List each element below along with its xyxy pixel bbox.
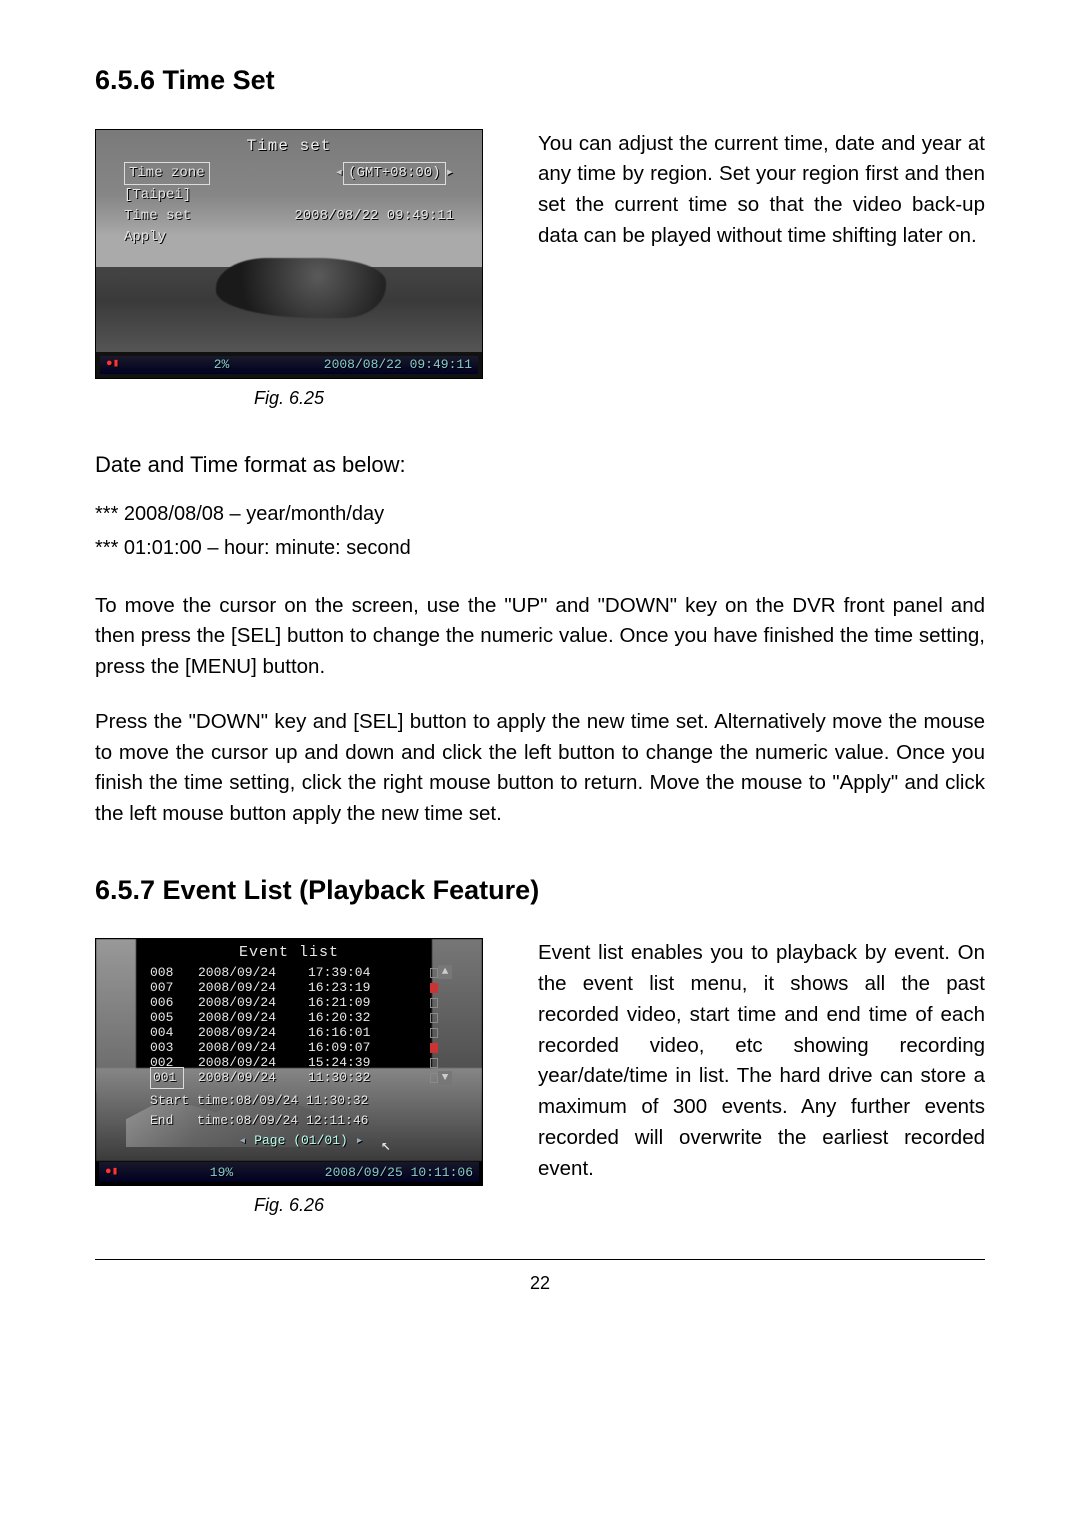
record-icon: ●▮ [106,356,119,373]
figure-626-caption: Fig. 6.26 [254,1192,324,1219]
end-value: time:08/09/24 12:11:46 [197,1113,369,1128]
page-number: 22 [95,1259,985,1297]
event-marker-icon [430,1013,438,1023]
menu-item-apply[interactable]: Apply [124,227,166,248]
format-line-time: *** 01:01:00 – hour: minute: second [95,533,985,563]
timeset-title: Time set [96,134,482,158]
timeset-menu: Time zone ◂(GMT+08:00)▸ [Taipei] Time se… [120,162,458,248]
event-id: 001 [150,1067,184,1089]
event-marker-icon [430,1058,438,1068]
format-line-date: *** 2008/08/08 – year/month/day [95,499,985,529]
record-icon: ●▮ [105,1164,118,1181]
arrow-right-icon[interactable]: ▸ [446,165,454,181]
event-marker-icon [430,983,438,993]
start-value: time:08/09/24 11:30:32 [197,1093,369,1108]
scroll-down-icon[interactable]: ▼ [438,1071,452,1085]
scroll-up-icon[interactable]: ▲ [438,965,452,979]
event-date: 2008/09/24 [198,1068,294,1088]
page-indicator: Page (01/01) [254,1133,348,1148]
page-next-icon[interactable]: ▸ [356,1133,364,1148]
para-657-intro: Event list enables you to playback by ev… [538,938,985,1184]
para-656-2: To move the cursor on the screen, use th… [95,591,985,683]
status-percent: 2% [119,355,324,375]
bg-rock [216,258,386,318]
menu-item-timezone[interactable]: Time zone [124,162,210,185]
status-percent-626: 19% [118,1163,325,1183]
event-row[interactable]: 0012008/09/2411:30:32 [150,1070,438,1085]
end-label: End [150,1113,173,1128]
para-656-3: Press the "DOWN" key and [SEL] button to… [95,707,985,830]
event-marker-icon [430,1043,438,1053]
figure-626-screen: Event list 0082008/09/2417:39:040072008/… [95,938,483,1186]
section-heading-656: 6.5.6 Time Set [95,60,985,101]
status-time: 2008/08/22 09:49:11 [324,355,472,375]
event-marker-icon [430,1073,438,1083]
scrollbar[interactable]: ▲ ▼ [438,965,452,1085]
event-time: 11:30:32 [308,1068,416,1088]
para-656-intro: You can adjust the current time, date an… [538,129,985,252]
arrow-left-icon[interactable]: ◂ [335,165,343,181]
start-label: Start [150,1093,189,1108]
timeset-value[interactable]: 2008/08/22 09:49:11 [294,206,454,227]
menu-item-city: [Taipei] [124,185,191,206]
timezone-value[interactable]: (GMT+08:00) [343,162,445,185]
eventlist-title: Event list [96,942,482,965]
figure-625-caption: Fig. 6.25 [254,385,324,412]
event-marker-icon [430,1028,438,1038]
event-marker-icon [430,998,438,1008]
status-bar-626: ●▮ 19% 2008/09/25 10:11:06 [99,1162,479,1182]
subhead-date-format: Date and Time format as below: [95,448,985,481]
event-list: 0082008/09/2417:39:040072008/09/2416:23:… [150,965,438,1085]
menu-item-timeset[interactable]: Time set [124,206,191,227]
figure-625-screen: Time set Time zone ◂(GMT+08:00)▸ [Taipei… [95,129,483,379]
event-marker-icon [430,968,438,978]
page-prev-icon[interactable]: ◂ [239,1133,247,1148]
status-time-626: 2008/09/25 10:11:06 [325,1163,473,1183]
event-info: Start time:08/09/24 11:30:32 End time:08… [150,1091,452,1151]
section-heading-657: 6.5.7 Event List (Playback Feature) [95,870,985,911]
status-bar: ●▮ 2% 2008/08/22 09:49:11 [100,356,478,374]
mouse-cursor-icon: ↖ [381,1134,391,1158]
